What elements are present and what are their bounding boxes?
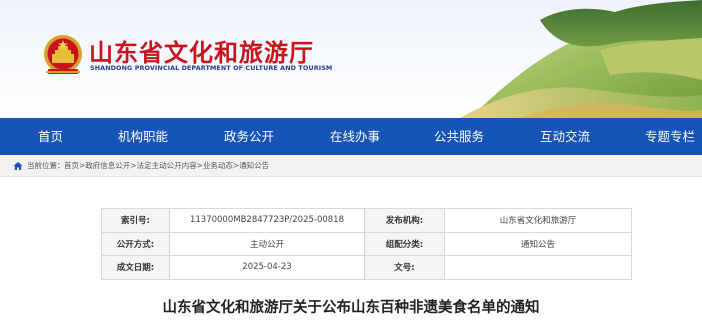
table-row: 索引号: 11370000MB2847723P/2025-00818 发布机构:… xyxy=(101,208,632,233)
disclosure-mode-value: 主动公开 xyxy=(169,231,365,257)
nav-item-functions[interactable]: 机构职能 xyxy=(118,118,168,155)
publisher-value: 山东省文化和旅游厅 xyxy=(444,208,632,233)
category-label: 组配分类: xyxy=(364,231,445,257)
table-row: 公开方式: 主动公开 组配分类: 通知公告 xyxy=(101,231,632,257)
index-number-label: 索引号: xyxy=(101,208,170,233)
table-row: 成文日期: 2025-04-23 文号: xyxy=(101,255,632,280)
doc-number-label: 文号: xyxy=(364,255,445,280)
site-subtitle: SHANDONG PROVINCIAL DEPARTMENT OF CULTUR… xyxy=(90,64,333,72)
nav-item-topics[interactable]: 专题专栏 xyxy=(645,118,695,155)
breadcrumb-item-gov-info[interactable]: 政府信息公开 xyxy=(85,161,130,170)
date-value: 2025-04-23 xyxy=(169,255,365,280)
nav-item-services[interactable]: 在线办事 xyxy=(330,118,380,155)
national-emblem-icon xyxy=(44,35,82,74)
disclosure-mode-label: 公开方式: xyxy=(101,231,170,257)
nav-item-public[interactable]: 公共服务 xyxy=(434,118,484,155)
document-info-table: 索引号: 11370000MB2847723P/2025-00818 发布机构:… xyxy=(101,208,632,280)
nav-item-gov-info[interactable]: 政务公开 xyxy=(224,118,274,155)
site-title: 山东省文化和旅游厅 xyxy=(89,39,314,67)
breadcrumb-item-statutory[interactable]: 法定主动公开内容 xyxy=(137,161,197,170)
breadcrumb-item-business[interactable]: 业务动态 xyxy=(203,161,233,170)
breadcrumb-item-notices[interactable]: 通知公告 xyxy=(239,161,269,170)
main-nav: 首页 机构职能 政务公开 在线办事 公共服务 互动交流 专题专栏 xyxy=(0,118,702,155)
doc-number-value xyxy=(444,255,632,280)
nav-item-interact[interactable]: 互动交流 xyxy=(540,118,590,155)
nav-item-home[interactable]: 首页 xyxy=(38,118,63,155)
category-value: 通知公告 xyxy=(444,231,632,257)
date-label: 成文日期: xyxy=(101,255,170,280)
home-icon xyxy=(13,162,23,170)
article-title: 山东省文化和旅游厅关于公布山东百种非遗美食名单的通知 xyxy=(162,300,540,316)
breadcrumb-path: 首页>政府信息公开>法定主动公开内容>业务动态>通知公告 xyxy=(64,160,269,171)
breadcrumb-item-home[interactable]: 首页 xyxy=(64,161,79,170)
publisher-label: 发布机构: xyxy=(364,208,445,233)
breadcrumb-label: 当前位置： xyxy=(27,161,65,170)
index-number-value: 11370000MB2847723P/2025-00818 xyxy=(169,208,365,233)
site-header: 山东省文化和旅游厅 SHANDONG PROVINCIAL DEPARTMENT… xyxy=(0,0,702,118)
breadcrumb: 当前位置： 首页>政府信息公开>法定主动公开内容>业务动态>通知公告 xyxy=(0,155,702,177)
